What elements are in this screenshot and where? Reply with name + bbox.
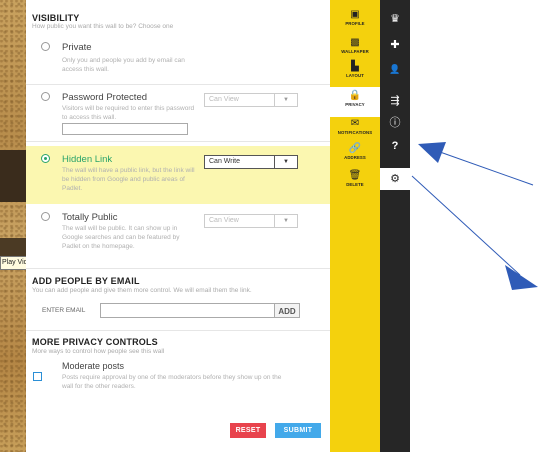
image-icon: ▩ [350, 37, 360, 48]
tab-delete[interactable]: 🗑 DELETE [330, 170, 380, 188]
chevron-down-icon: ▼ [274, 215, 297, 227]
hidden-link-permission-select[interactable]: Can Write ▼ [204, 155, 298, 169]
moderate-posts-checkbox[interactable] [33, 372, 42, 381]
tab-address[interactable]: 🔗 ADDRESS [330, 143, 380, 161]
tab-layout-label: LAYOUT [346, 73, 364, 78]
annotation-arrows [411, 142, 538, 290]
envelope-icon: ✉ [350, 118, 360, 129]
password-description: Visitors will be required to enter this … [62, 105, 195, 121]
hidden-link-radio[interactable] [41, 154, 50, 163]
tab-privacy-label: PRIVACY [345, 102, 365, 107]
tab-address-label: ADDRESS [344, 155, 366, 160]
gear-icon[interactable]: ⚙ [380, 168, 410, 190]
add-email-button[interactable]: ADD [274, 303, 300, 318]
wall-thumbnail [0, 150, 26, 202]
public-permission-value: Can View [209, 217, 239, 224]
email-input[interactable] [100, 303, 276, 318]
hidden-link-label: Hidden Link [62, 154, 113, 165]
trash-icon: 🗑 [348, 170, 362, 181]
chevron-down-icon: ▼ [274, 94, 297, 106]
private-description: Only you and people you add by email can… [62, 57, 185, 73]
public-description: The wall will be public. It can show up … [62, 225, 180, 250]
visibility-subtitle: How public you want this wall to be? Cho… [32, 23, 174, 30]
id-card-icon: ▣ [350, 9, 360, 20]
tab-wallpaper[interactable]: ▩ WALLPAPER [330, 37, 380, 55]
public-radio[interactable] [41, 212, 50, 221]
wall-background [0, 0, 26, 452]
password-label: Password Protected [62, 92, 148, 103]
tab-wallpaper-label: WALLPAPER [341, 49, 369, 54]
lock-icon: 🔒 [348, 90, 362, 101]
share-icon[interactable]: ⇶ [380, 96, 410, 107]
privacy-controls-subtitle: More ways to control how people see this… [32, 348, 165, 355]
plus-icon[interactable]: ✚ [380, 40, 410, 51]
main-toolbar: ♛ ✚ 👤 ⇶ ⓘ ? ⚙ [380, 0, 410, 452]
hidden-link-description: The wall will have a public link, but th… [62, 167, 195, 192]
private-radio[interactable] [41, 42, 50, 51]
tab-layout[interactable]: ▙ LAYOUT [330, 61, 380, 79]
help-icon[interactable]: ? [380, 141, 410, 152]
divider [26, 330, 330, 331]
moderate-posts-label: Moderate posts [62, 361, 125, 371]
user-icon[interactable]: 👤 [380, 64, 410, 75]
privacy-settings-panel: VISIBILITY How public you want this wall… [26, 0, 330, 452]
hidden-link-permission-value: Can Write [209, 158, 240, 165]
chevron-down-icon: ▼ [274, 156, 297, 168]
divider [26, 268, 330, 269]
divider [26, 84, 330, 85]
layout-icon: ▙ [351, 61, 359, 72]
tab-privacy[interactable]: 🔒 PRIVACY [330, 87, 380, 117]
public-label: Totally Public [62, 212, 118, 223]
add-people-subtitle: You can add people and give them more co… [32, 287, 252, 294]
crown-icon[interactable]: ♛ [380, 14, 410, 25]
private-label: Private [62, 42, 92, 53]
arrow-to-gear-icon [411, 175, 521, 276]
public-permission-select[interactable]: Can View ▼ [204, 214, 298, 228]
password-permission-value: Can View [209, 96, 239, 103]
visibility-title: VISIBILITY [32, 13, 80, 23]
password-permission-select[interactable]: Can View ▼ [204, 93, 298, 107]
arrow-to-help-icon [439, 151, 534, 186]
tab-notifications[interactable]: ✉ NOTIFICATIONS [330, 118, 380, 136]
tab-delete-label: DELETE [346, 182, 364, 187]
moderate-posts-description: Posts require approval by one of the mod… [62, 374, 282, 390]
reset-button[interactable]: RESET [230, 423, 266, 438]
email-label: ENTER EMAIL [42, 307, 86, 314]
info-icon[interactable]: ⓘ [380, 118, 410, 129]
add-people-title: ADD PEOPLE BY EMAIL [32, 276, 140, 286]
tab-notifications-label: NOTIFICATIONS [337, 130, 373, 135]
password-input[interactable] [62, 123, 188, 135]
privacy-controls-title: MORE PRIVACY CONTROLS [32, 337, 158, 347]
arrow-head [505, 265, 538, 290]
divider [26, 141, 330, 142]
submit-button[interactable]: SUBMIT [275, 423, 321, 438]
settings-tabs: ▣ PROFILE ▩ WALLPAPER ▙ LAYOUT 🔒 PRIVACY… [330, 0, 380, 452]
password-radio[interactable] [41, 92, 50, 101]
arrow-head [418, 142, 446, 163]
tab-profile[interactable]: ▣ PROFILE [330, 9, 380, 27]
link-icon: 🔗 [348, 143, 362, 154]
tab-profile-label: PROFILE [345, 21, 365, 26]
